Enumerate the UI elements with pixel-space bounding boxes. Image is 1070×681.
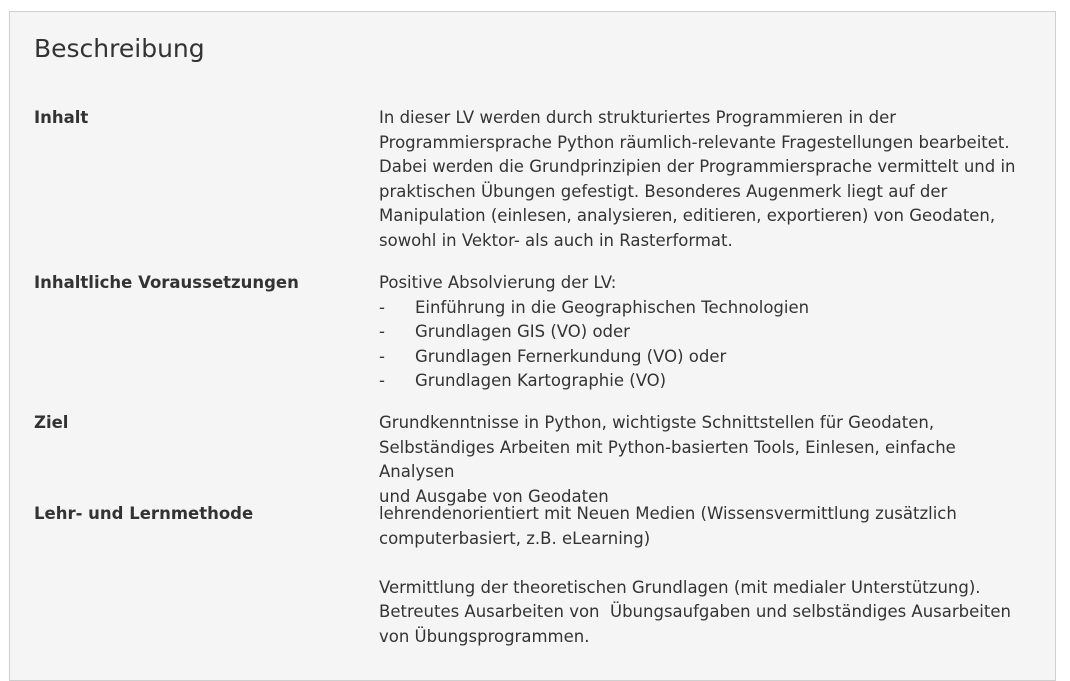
row-value-ziel: Grundkenntnisse in Python, wichtigste Sc…: [379, 411, 1034, 509]
list-item-text: Grundlagen GIS (VO) oder: [415, 322, 630, 341]
list-item: - Grundlagen Kartographie (VO): [379, 369, 1034, 394]
bullet-marker: -: [379, 322, 385, 341]
text-line: Grundkenntnisse in Python, wichtigste Sc…: [379, 413, 935, 432]
row-label-voraussetzungen: Inhaltliche Voraussetzungen: [34, 273, 299, 292]
row-label-ziel: Ziel: [34, 413, 69, 432]
text-line: computerbasiert, z.B. eLearning): [379, 528, 651, 548]
row-value-voraussetzungen: Positive Absolvierung der LV: - Einführu…: [379, 271, 1034, 394]
text-line: von Übungsprogrammen.: [379, 626, 590, 646]
list-item: - Grundlagen GIS (VO) oder: [379, 320, 1034, 345]
row-label-inhalt: Inhalt: [34, 108, 89, 127]
list-item-text: Grundlagen Fernerkundung (VO) oder: [415, 346, 727, 366]
description-panel: Beschreibung Inhalt In dieser LV werden …: [9, 11, 1056, 681]
list-item: - Grundlagen Fernerkundung (VO) oder: [379, 345, 1034, 370]
bullet-marker: -: [379, 371, 385, 390]
text-line: Manipulation (einlesen, analysieren, edi…: [379, 206, 996, 225]
list-item-text: Grundlagen Kartographie (VO): [415, 371, 667, 390]
text-line: Programmiersprache Python räumlich-relev…: [379, 132, 1010, 152]
text-line: Dabei werden die Grundprinzipien der Pro…: [379, 157, 1016, 176]
row-value-inhalt: In dieser LV werden durch strukturiertes…: [379, 106, 1034, 253]
text-line: Betreutes Ausarbeiten von Übungsaufgaben…: [379, 602, 1011, 621]
text-line: praktischen Übungen gefestigt. Besondere…: [379, 181, 948, 201]
section-title: Beschreibung: [34, 34, 205, 63]
list-item: - Einführung in die Geographischen Techn…: [379, 296, 1034, 321]
list-item-text: Einführung in die Geographischen Technol…: [415, 297, 810, 317]
bullet-marker: -: [379, 297, 385, 317]
text-line: Selbständiges Arbeiten mit Python-basier…: [379, 437, 956, 482]
row-label-lehrmethode: Lehr- und Lernmethode: [34, 504, 254, 523]
text-line: Positive Absolvierung der LV:: [379, 273, 617, 292]
text-line: sowohl in Vektor- als auch in Rasterform…: [379, 230, 733, 250]
bullet-marker: -: [379, 346, 385, 366]
text-line: Vermittlung der theoretischen Grundlagen…: [379, 577, 981, 597]
text-line: In dieser LV werden durch strukturiertes…: [379, 108, 897, 127]
text-line: lehrendenorientiert mit Neuen Medien (Wi…: [379, 504, 957, 523]
row-value-lehrmethode: lehrendenorientiert mit Neuen Medien (Wi…: [379, 502, 1034, 649]
